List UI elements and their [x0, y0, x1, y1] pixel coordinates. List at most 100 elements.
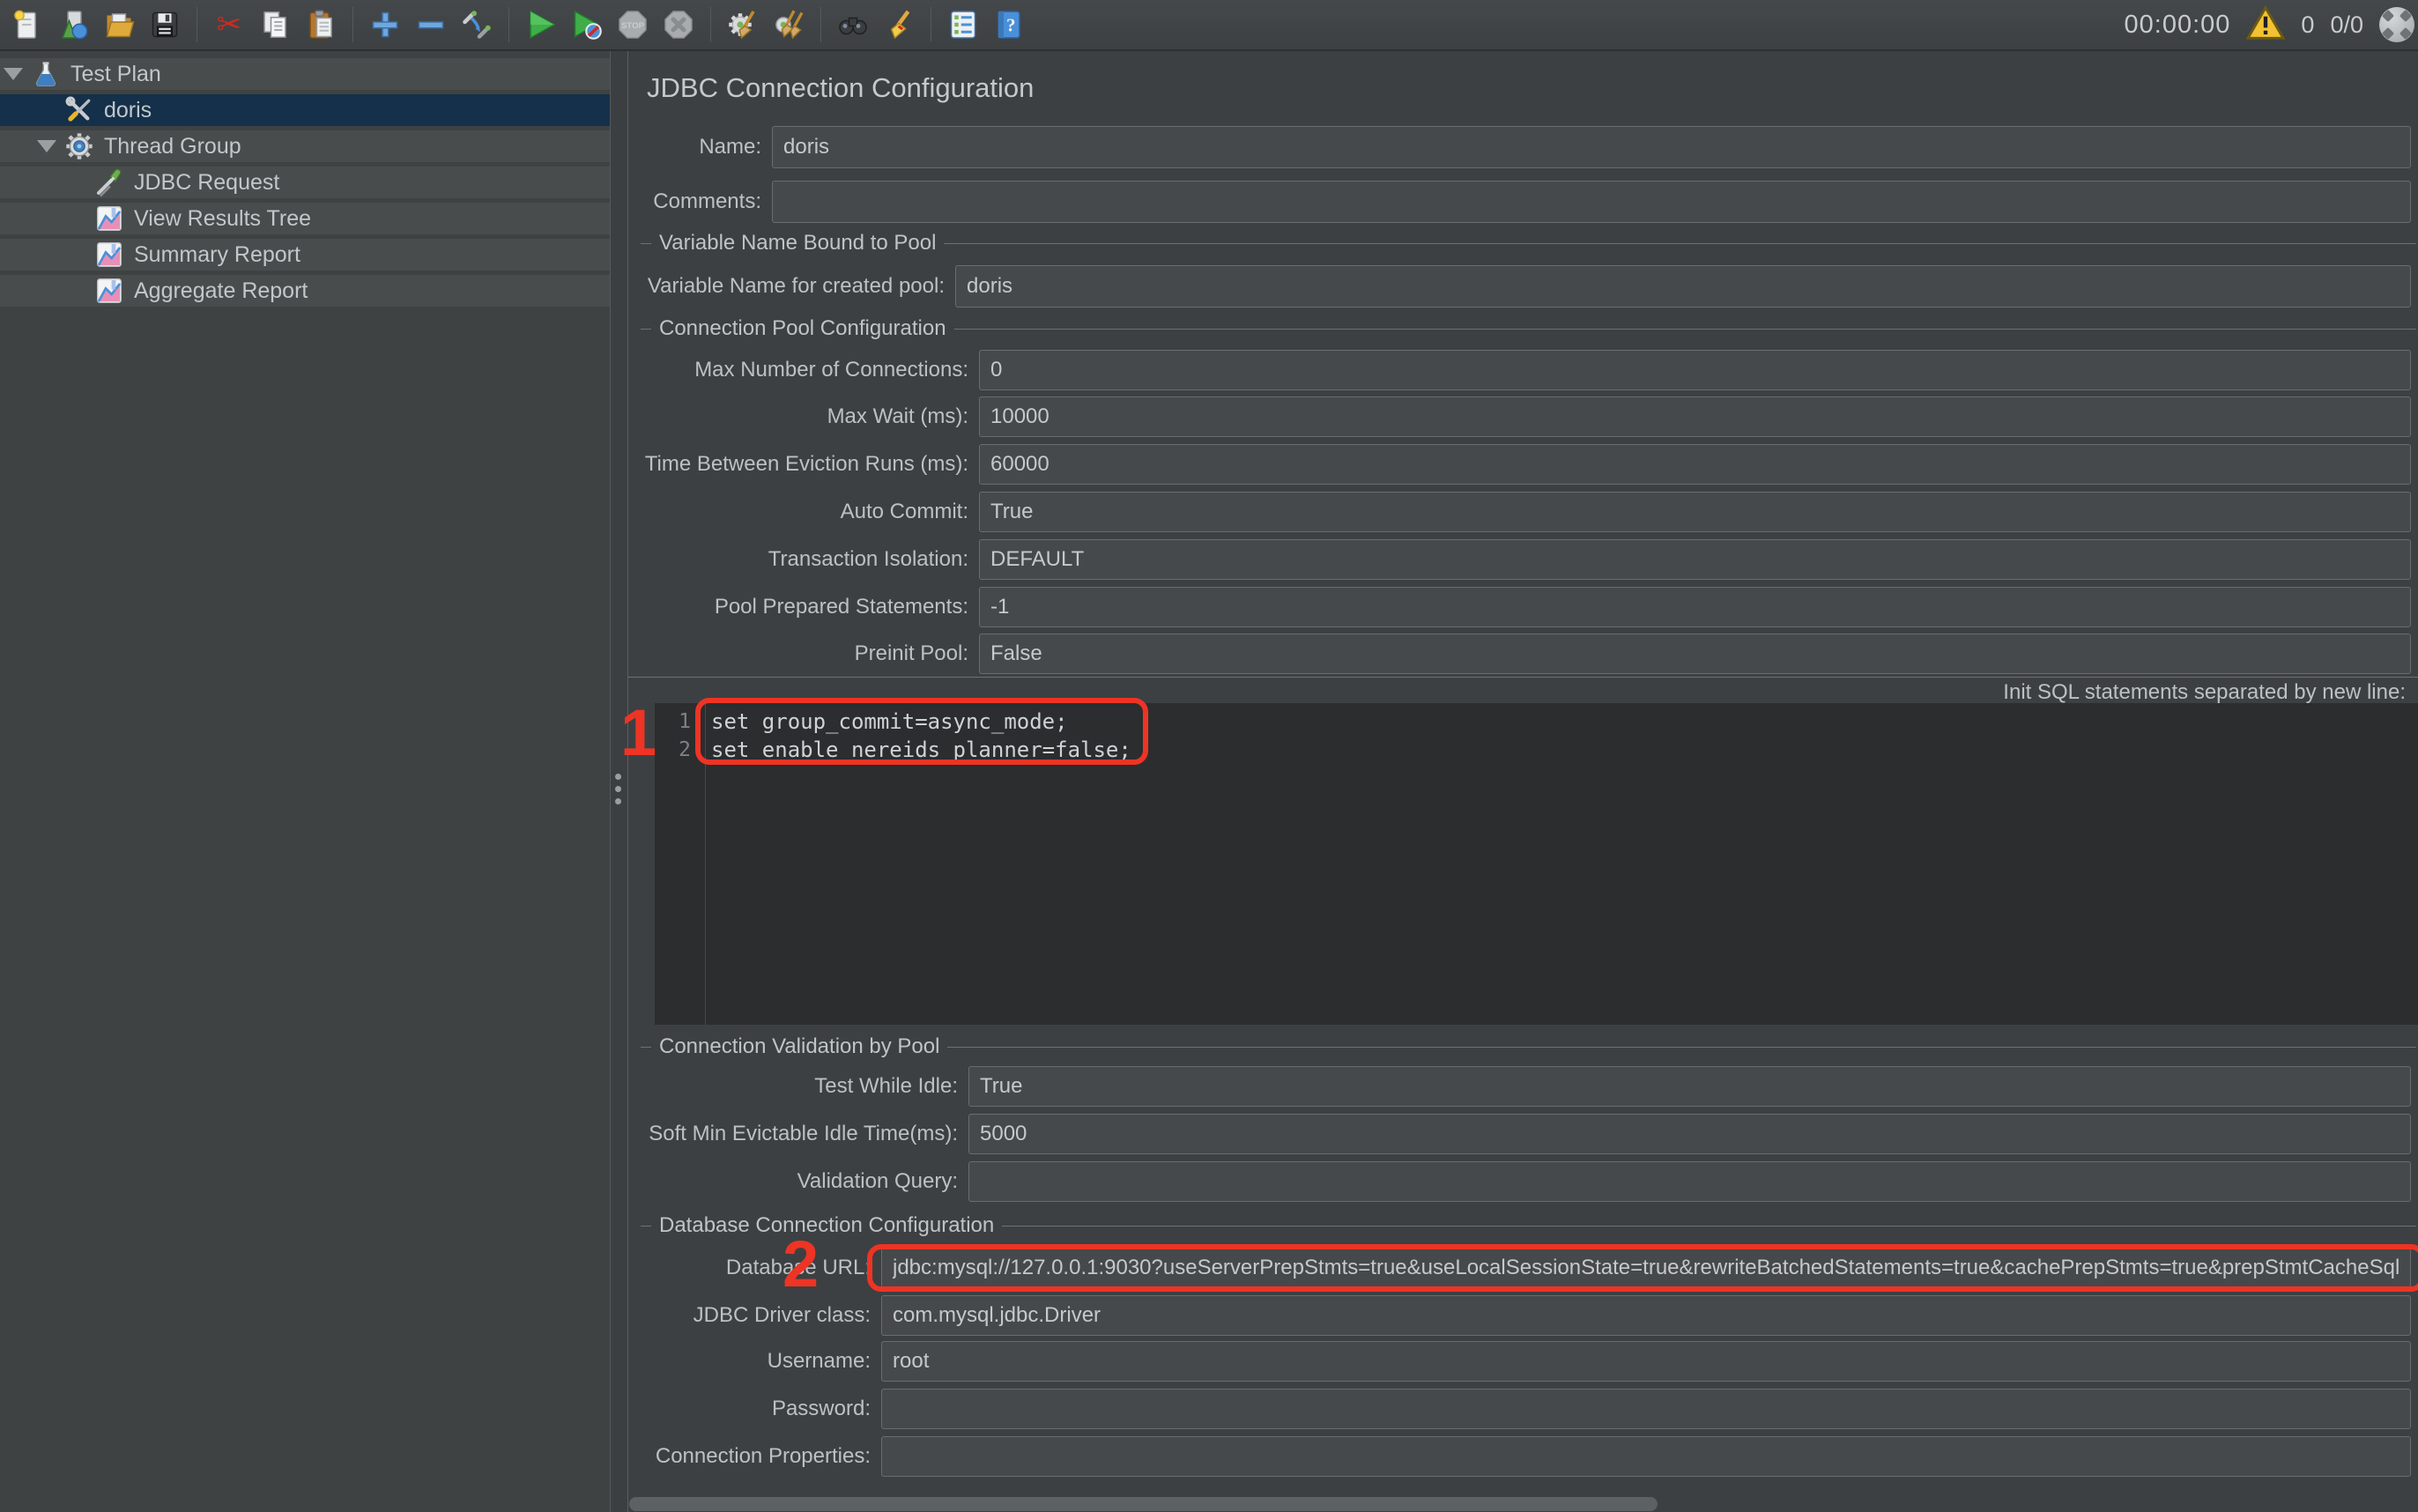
stop-button[interactable]: STOP — [612, 4, 653, 45]
run-state-indicator — [2379, 7, 2414, 42]
pool-prepared-input[interactable] — [979, 587, 2411, 627]
chevron-down-icon[interactable] — [37, 140, 56, 152]
clear-button[interactable] — [723, 4, 763, 45]
transaction-isolation-input[interactable] — [979, 539, 2411, 580]
tree-item-view-results-tree[interactable]: View Results Tree — [0, 201, 610, 237]
start-no-pauses-button[interactable] — [567, 4, 607, 45]
clear-all-button[interactable] — [768, 4, 809, 45]
code-line: set enable_nereids_planner=false; — [711, 737, 1131, 762]
tree-item-thread-group[interactable]: Thread Group — [0, 129, 610, 165]
new-file-button[interactable] — [7, 4, 48, 45]
field-row-password: Password: — [628, 1389, 2418, 1429]
expand-all-button[interactable] — [365, 4, 405, 45]
jmeter-window: ✂ STOP ? 00:00:00 0 0/0 Test Plan doris … — [0, 0, 2418, 1512]
cut-button[interactable]: ✂ — [209, 4, 249, 45]
templates-button[interactable] — [53, 4, 93, 45]
section-variable-name-bound-to-pool: Variable Name Bound to Pool — [641, 231, 2418, 255]
max-wait-label: Max Wait (ms): — [827, 404, 968, 428]
shutdown-button[interactable] — [658, 4, 699, 45]
function-helper-button[interactable] — [943, 4, 983, 45]
toolbar-status-area: 00:00:00 0 0/0 — [2124, 4, 2414, 45]
wrench-config-icon — [65, 96, 93, 124]
line-number: 1 — [679, 710, 691, 733]
connection-properties-input[interactable] — [881, 1436, 2411, 1477]
tree-item-label: doris — [104, 97, 152, 122]
toggle-button[interactable] — [456, 4, 497, 45]
init-sql-editor[interactable]: 1 2 set group_commit=async_mode; set ena… — [655, 703, 2418, 1025]
open-file-button[interactable] — [99, 4, 139, 45]
field-row-max-wait: Max Wait (ms): — [628, 397, 2418, 437]
field-row-driver-class: JDBC Driver class: — [628, 1295, 2418, 1336]
tree-item-label: Test Plan — [70, 61, 161, 86]
toolbar-separator — [820, 7, 821, 42]
save-button[interactable] — [145, 4, 185, 45]
variable-pool-input[interactable] — [955, 265, 2411, 308]
field-row-eviction: Time Between Eviction Runs (ms): — [628, 444, 2418, 485]
max-connections-input[interactable] — [979, 350, 2411, 390]
help-button[interactable]: ? — [989, 4, 1029, 45]
auto-commit-input[interactable] — [979, 492, 2411, 532]
driver-class-input[interactable] — [881, 1295, 2411, 1336]
group-border-line — [628, 677, 2418, 678]
eviction-input[interactable] — [979, 444, 2411, 485]
field-row-max-connections: Max Number of Connections: — [628, 350, 2418, 390]
max-connections-label: Max Number of Connections: — [694, 358, 968, 382]
section-title: Variable Name Bound to Pool — [659, 231, 937, 255]
chart-listener-icon — [95, 204, 123, 233]
splitter-handle-icon[interactable] — [615, 774, 621, 804]
section-connection-pool-configuration: Connection Pool Configuration — [641, 316, 2418, 340]
comments-label: Comments: — [653, 189, 761, 213]
gear-icon — [65, 132, 93, 160]
scissors-icon: ✂ — [216, 8, 242, 41]
editor-code-area[interactable]: set group_commit=async_mode; set enable_… — [711, 703, 2418, 764]
preinit-pool-label: Preinit Pool: — [854, 641, 968, 665]
line-number: 2 — [679, 738, 691, 761]
database-url-input[interactable] — [881, 1248, 2411, 1288]
jdbc-connection-configuration-panel: JDBC Connection Configuration Name: Comm… — [627, 51, 2418, 1512]
warning-indicator[interactable] — [2245, 4, 2286, 45]
svg-text:?: ? — [1006, 15, 1016, 36]
chevron-down-icon[interactable] — [4, 68, 23, 80]
field-row-test-while-idle: Test While Idle: — [628, 1066, 2418, 1107]
log-error-count: 0 — [2301, 11, 2315, 38]
tree-item-label: Aggregate Report — [134, 278, 308, 303]
max-wait-input[interactable] — [979, 397, 2411, 437]
password-input[interactable] — [881, 1389, 2411, 1429]
section-database-connection-configuration: Database Connection Configuration — [641, 1213, 2418, 1237]
field-row-database-url: Database URL: — [628, 1248, 2418, 1288]
tree-item-doris[interactable]: doris — [0, 93, 610, 129]
auto-commit-label: Auto Commit: — [840, 500, 968, 523]
soft-min-input[interactable] — [968, 1114, 2411, 1154]
username-input[interactable] — [881, 1341, 2411, 1382]
preinit-pool-input[interactable] — [979, 634, 2411, 674]
scrollbar-thumb[interactable] — [629, 1497, 1658, 1511]
tree-item-summary-report[interactable]: Summary Report — [0, 237, 610, 273]
tree-item-test-plan[interactable]: Test Plan — [0, 56, 610, 93]
field-row-variable-pool: Variable Name for created pool: — [628, 265, 2418, 308]
panel-splitter[interactable] — [612, 51, 627, 1512]
copy-button[interactable] — [255, 4, 295, 45]
dropper-sampler-icon — [95, 168, 123, 196]
start-button[interactable] — [521, 4, 561, 45]
name-input[interactable] — [772, 126, 2411, 168]
editor-line-number-gutter: 1 2 — [655, 703, 706, 1025]
test-while-idle-input[interactable] — [968, 1066, 2411, 1107]
database-url-label: Database URL: — [725, 1256, 871, 1279]
tree-item-aggregate-report[interactable]: Aggregate Report — [0, 273, 610, 309]
chart-listener-icon — [95, 241, 123, 269]
collapse-all-button[interactable] — [411, 4, 451, 45]
section-connection-validation-by-pool: Connection Validation by Pool — [641, 1034, 2418, 1058]
paste-button[interactable] — [300, 4, 341, 45]
tree-item-label: View Results Tree — [134, 205, 312, 231]
elapsed-timer: 00:00:00 — [2124, 10, 2231, 39]
search-button[interactable] — [833, 4, 873, 45]
toolbar-separator — [710, 7, 711, 42]
validation-query-input[interactable] — [968, 1161, 2411, 1202]
tree-item-jdbc-request[interactable]: JDBC Request — [0, 165, 610, 201]
search-reset-button[interactable] — [879, 4, 919, 45]
comments-input[interactable] — [772, 181, 2411, 223]
field-row-soft-min: Soft Min Evictable Idle Time(ms): — [628, 1114, 2418, 1154]
name-label: Name: — [699, 135, 761, 159]
transaction-isolation-label: Transaction Isolation: — [768, 547, 968, 571]
tree-item-label: Summary Report — [134, 241, 300, 267]
